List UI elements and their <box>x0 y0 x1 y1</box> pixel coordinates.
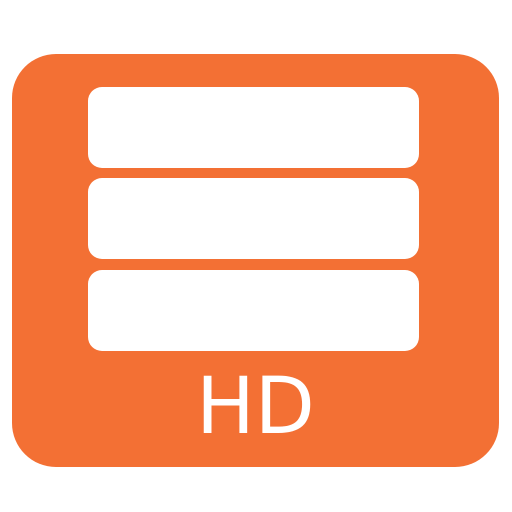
drive-bar-top-icon <box>88 87 419 168</box>
drive-bar-bottom-icon <box>88 270 419 351</box>
app-icon: HD <box>12 54 499 467</box>
canvas: HD <box>0 0 512 512</box>
drive-bar-middle-icon <box>88 178 419 259</box>
hd-label: HD <box>196 362 315 452</box>
